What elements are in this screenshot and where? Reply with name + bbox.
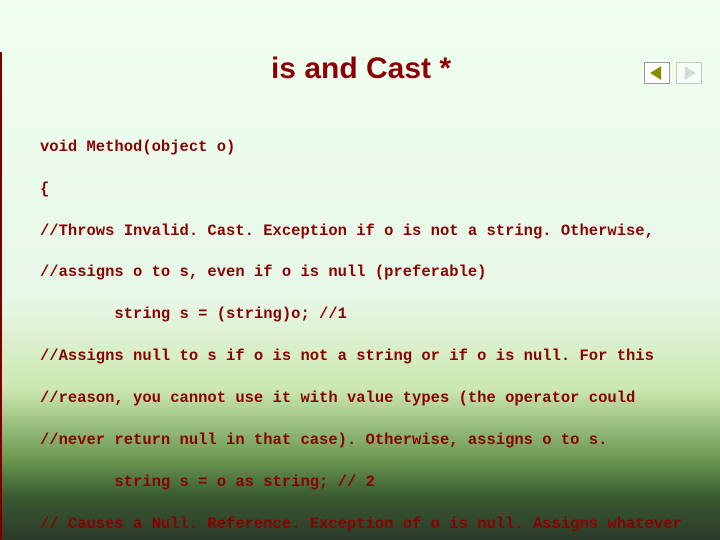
- code-block: void Method(object o) { //Throws Invalid…: [40, 116, 682, 540]
- next-button[interactable]: [676, 62, 702, 84]
- slide-title: is and Cast *: [2, 52, 720, 86]
- code-line: //Assigns null to s if o is not a string…: [40, 346, 682, 367]
- prev-button[interactable]: [644, 62, 670, 84]
- next-arrow-icon: [682, 66, 696, 80]
- code-line: void Method(object o): [40, 137, 682, 158]
- code-line: // Causes a Null. Reference. Exception o…: [40, 514, 682, 535]
- code-line: {: [40, 179, 682, 200]
- nav-controls: [644, 62, 702, 84]
- code-line: //reason, you cannot use it with value t…: [40, 388, 682, 409]
- code-line: //assigns o to s, even if o is null (pre…: [40, 262, 682, 283]
- prev-arrow-icon: [650, 66, 664, 80]
- code-line: string s = o as string; // 2: [40, 472, 682, 493]
- code-line: string s = (string)o; //1: [40, 304, 682, 325]
- code-line: //Throws Invalid. Cast. Exception if o i…: [40, 221, 682, 242]
- code-line: //never return null in that case). Other…: [40, 430, 682, 451]
